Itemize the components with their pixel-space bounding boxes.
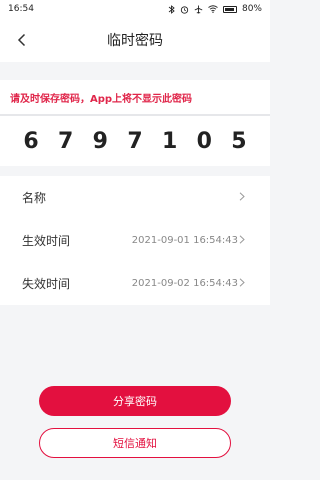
chevron-right-icon [238,234,246,244]
password-digit: 6 [23,128,39,154]
wifi-icon [208,5,218,13]
password-display: 6 7 9 7 1 0 5 [0,116,270,166]
password-info-list: 名称 生效时间 2021-09-01 16:54:43 失效时间 2021-09… [0,176,270,305]
alarm-icon [180,5,189,14]
status-bar: 16:54 80% [0,0,270,18]
status-time: 16:54 [8,4,34,14]
password-digit: 1 [161,128,178,154]
chevron-right-icon [238,191,246,201]
password-digit: 0 [196,128,212,154]
name-label: 名称 [22,191,47,205]
warning-text: 请及时保存密码，App上将不显示此密码 [10,93,193,105]
password-digit: 7 [58,128,74,154]
start-time-row[interactable]: 生效时间 2021-09-01 16:54:43 [0,219,270,262]
chevron-left-icon [17,33,26,47]
password-digit: 5 [231,128,247,154]
share-password-button[interactable]: 分享密码 [39,386,231,416]
end-time-label: 失效时间 [22,277,71,291]
bluetooth-icon [168,4,175,14]
page-title: 临时密码 [107,33,163,49]
battery-level: 80% [241,4,262,14]
airplane-icon [194,5,203,13]
battery-icon [222,5,237,13]
sms-notify-button[interactable]: 短信通知 [39,428,231,458]
end-time-row[interactable]: 失效时间 2021-09-02 16:54:43 [0,262,270,305]
warning-banner: 请及时保存密码，App上将不显示此密码 [0,80,270,114]
status-icons: 80% [168,4,262,14]
navigation-bar: 临时密码 [0,18,270,62]
start-time-value: 2021-09-01 16:54:43 [131,235,238,246]
chevron-right-icon [238,277,246,287]
password-digit: 7 [127,128,143,154]
name-row[interactable]: 名称 [0,176,270,219]
password-digit: 9 [92,128,108,154]
back-button[interactable] [12,30,32,50]
start-time-label: 生效时间 [22,234,71,248]
end-time-value: 2021-09-02 16:54:43 [131,278,238,289]
